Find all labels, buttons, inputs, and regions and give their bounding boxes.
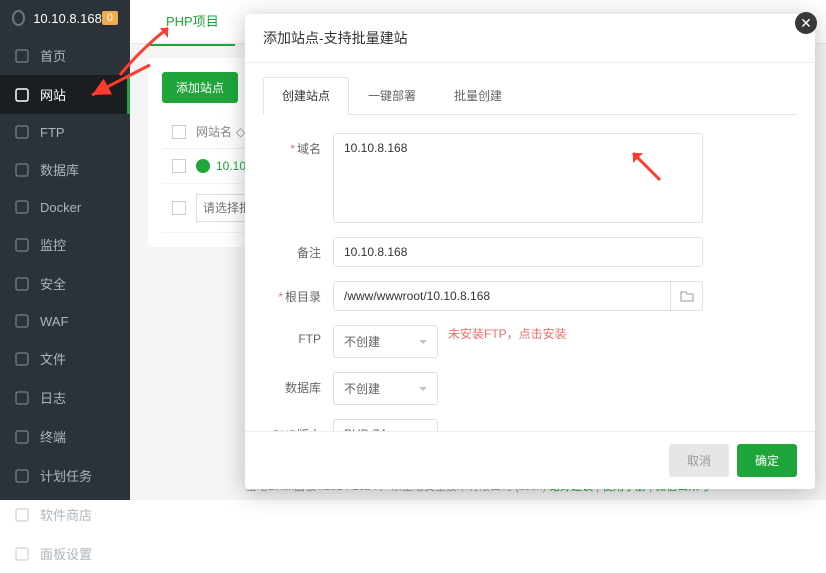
store-icon [14,507,30,523]
sidebar-item-12[interactable]: 软件商店 [0,495,130,534]
db-label: 数据库 [285,381,321,395]
php-select[interactable]: PHP-74 [333,419,438,431]
modal-tabs: 创建站点 一键部署 批量创建 [263,77,797,115]
folder-icon [680,290,694,302]
ftp-label: FTP [298,332,321,346]
ftp-select[interactable]: 不创建 [333,325,438,358]
domain-input[interactable] [333,133,703,223]
settings-icon [14,546,30,562]
chevron-down-icon [419,340,427,348]
ftp-install-link[interactable]: 未安装FTP，点击安装 [448,325,567,342]
confirm-button[interactable]: 确定 [737,444,797,477]
domain-label: 域名 [297,142,321,156]
modal-tab-batch[interactable]: 批量创建 [435,77,521,114]
cancel-button[interactable]: 取消 [669,444,729,477]
modal-tab-create[interactable]: 创建站点 [263,77,349,115]
root-input[interactable] [333,281,671,311]
modal-footer: 取消 确定 [245,431,815,489]
root-label: 根目录 [285,290,321,304]
modal-tab-deploy[interactable]: 一键部署 [349,77,435,114]
close-icon[interactable]: ✕ [795,12,817,34]
remark-input[interactable] [333,237,703,267]
sidebar-item-label: 软件商店 [40,505,92,524]
sidebar-item-13[interactable]: 面板设置 [0,534,130,573]
remark-label: 备注 [297,246,321,260]
db-select[interactable]: 不创建 [333,372,438,405]
modal-title: 添加站点-支持批量建站 [245,14,815,63]
add-site-modal: ✕ 添加站点-支持批量建站 创建站点 一键部署 批量创建 *域名 备注 *根目录 [245,14,815,489]
chevron-down-icon [419,387,427,395]
browse-folder-button[interactable] [671,281,703,311]
sidebar-item-label: 面板设置 [40,544,92,563]
